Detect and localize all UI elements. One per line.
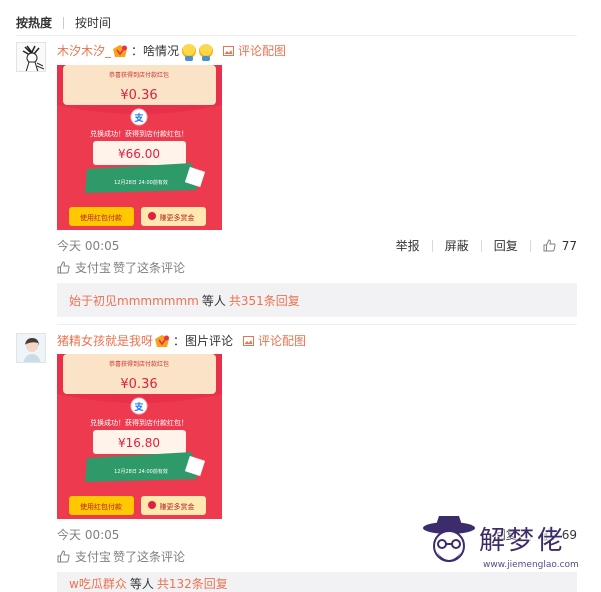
comment-header: 木汐木汐_ ： 啥情况 评论配图 xyxy=(57,42,287,61)
tab-sort-time[interactable]: 按时间 xyxy=(75,14,111,31)
reply-preview-total[interactable]: 共132条回复 xyxy=(157,575,228,592)
alipay-logo-icon: 支 xyxy=(133,112,144,124)
thumb-up-icon xyxy=(57,261,70,274)
redpack-small-amount: ¥0.36 xyxy=(120,88,157,103)
liked-by: 支付宝 赞了这条评论 xyxy=(57,548,185,565)
watermark: 解梦佬 www.jiemenglao.com xyxy=(421,514,591,586)
liked-by-suffix: 赞了这条评论 xyxy=(113,550,186,564)
thumb-up-icon xyxy=(57,550,70,563)
avatar[interactable] xyxy=(16,333,46,363)
reply-preview-user[interactable]: 始于初见mmmmmmm xyxy=(69,292,199,309)
comment-username[interactable]: 猪精女孩就是我呀 xyxy=(57,332,153,349)
comment-image[interactable]: 恭喜获得到店付款红包 ¥0.36 支 兑换成功！获得到店付款红包！ ¥66.00… xyxy=(57,65,222,230)
liked-by-user[interactable]: 支付宝 xyxy=(75,548,111,565)
redpack-success-text: 兑换成功！获得到店付款红包！ xyxy=(90,129,188,138)
reply-preview-mid: 等人 xyxy=(129,577,154,591)
image-icon xyxy=(243,335,255,346)
liked-by-suffix: 赞了这条评论 xyxy=(113,261,186,275)
comment-image-label: 评论配图 xyxy=(258,334,307,348)
v-badge-icon xyxy=(154,334,170,348)
comment-image-label: 评论配图 xyxy=(238,44,287,58)
image-icon xyxy=(223,45,235,56)
comment-image[interactable]: 恭喜获得到店付款红包 ¥0.36 支 兑换成功！获得到店付款红包！ ¥16.80… xyxy=(57,354,222,519)
comment-actions: 举报 屏蔽 回复 77 xyxy=(396,237,577,254)
comment-text: 啥情况 xyxy=(143,44,180,58)
comment-header: 猪精女孩就是我呀 ： 图片评论 评论配图 xyxy=(57,332,307,349)
comment-time: 今天 00:05 xyxy=(57,239,120,253)
comment-time: 今天 00:05 xyxy=(57,528,120,542)
redpack-top-text: 恭喜获得到店付款红包 xyxy=(109,360,169,368)
redpack-date: 12月28日 24:00前有效 xyxy=(114,179,168,186)
watermark-title: 解梦佬 xyxy=(479,526,567,556)
redpack-success-text: 兑换成功！获得到店付款红包！ xyxy=(90,418,188,427)
redpack-btn-earn: 赚更多赏金 xyxy=(160,502,195,511)
alipay-logo-icon: 支 xyxy=(133,401,144,413)
block-button[interactable]: 屏蔽 xyxy=(445,237,469,254)
reply-button[interactable]: 回复 xyxy=(494,237,518,254)
report-button[interactable]: 举报 xyxy=(396,237,420,254)
reply-preview-user[interactable]: w吃瓜群众 xyxy=(69,575,127,592)
tab-sort-hot[interactable]: 按热度 xyxy=(16,14,52,31)
reply-preview-total[interactable]: 共351条回复 xyxy=(229,292,300,309)
like-count: 77 xyxy=(561,238,577,253)
comment-text: 图片评论 xyxy=(185,334,234,348)
reply-preview-mid: 等人 xyxy=(201,293,226,308)
redpack-btn-pay: 使用红包付款 xyxy=(80,502,122,511)
v-badge-icon xyxy=(112,44,128,58)
redpack-small-amount: ¥0.36 xyxy=(120,377,157,392)
redpack-amount: ¥16.80 xyxy=(118,436,160,450)
liked-by-user[interactable]: 支付宝 xyxy=(75,259,111,276)
thumb-up-icon xyxy=(543,239,556,252)
redpack-date: 12月28日 24:00前有效 xyxy=(114,468,168,475)
redpack-amount: ¥66.00 xyxy=(118,147,160,161)
comment-image-link[interactable]: 评论配图 xyxy=(223,42,286,59)
redpack-btn-earn: 赚更多赏金 xyxy=(160,213,195,222)
emoji-icon xyxy=(199,43,214,61)
sort-tabs: 按热度 按时间 xyxy=(16,14,111,31)
comment-image-link[interactable]: 评论配图 xyxy=(243,332,306,349)
mascot-icon xyxy=(423,516,475,562)
reply-preview: 始于初见mmmmmmm 等人 共351条回复 xyxy=(57,283,577,317)
tab-divider xyxy=(63,16,65,29)
comment-divider xyxy=(57,324,577,325)
comment-username[interactable]: 木汐木汐_ xyxy=(57,42,111,59)
tabs-divider xyxy=(16,35,577,36)
watermark-url: www.jiemenglao.com xyxy=(483,560,579,570)
redpack-top-text: 恭喜获得到店付款红包 xyxy=(109,71,169,79)
redpack-btn-pay: 使用红包付款 xyxy=(80,213,122,222)
like-button[interactable]: 77 xyxy=(543,239,577,253)
avatar[interactable] xyxy=(16,42,46,72)
emoji-icon xyxy=(182,43,197,61)
liked-by: 支付宝 赞了这条评论 xyxy=(57,259,185,276)
